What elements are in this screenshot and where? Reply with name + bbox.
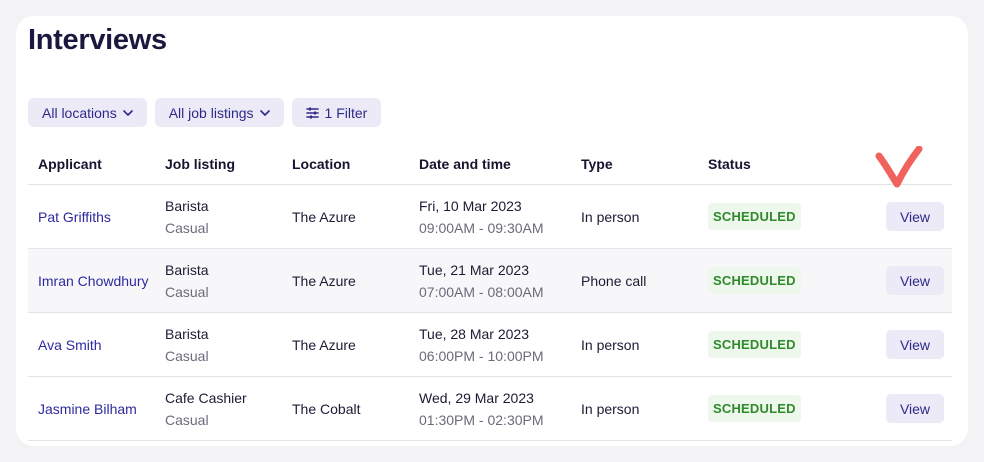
job-type: Casual xyxy=(165,283,209,300)
status-badge: SCHEDULED xyxy=(708,395,801,422)
locations-dropdown-label: All locations xyxy=(42,104,117,121)
interview-date: Tue, 28 Mar 2023 xyxy=(419,325,529,342)
view-button[interactable]: View xyxy=(886,394,944,423)
job-listings-dropdown[interactable]: All job listings xyxy=(154,98,284,127)
column-header-applicant: Applicant xyxy=(38,156,102,172)
filter-button-label: 1 Filter xyxy=(324,104,368,121)
column-header-location: Location xyxy=(292,156,351,172)
interview-time: 01:30PM - 02:30PM xyxy=(419,411,544,428)
table-row: Jasmine Bilham Cafe Cashier Casual The Co… xyxy=(28,377,952,441)
table-row: Pat Griffiths Barista Casual The Azure Fr… xyxy=(28,185,952,249)
job-title: Barista xyxy=(165,325,209,342)
applicant-link[interactable]: Pat Griffiths xyxy=(38,209,111,225)
chevron-down-icon xyxy=(122,109,133,116)
interview-type: Phone call xyxy=(581,272,647,289)
view-button[interactable]: View xyxy=(886,330,944,359)
checkmark-icon xyxy=(874,145,926,197)
job-title: Cafe Cashier xyxy=(165,389,247,406)
interview-time: 09:00AM - 09:30AM xyxy=(419,219,544,236)
job-type: Casual xyxy=(165,219,209,236)
column-header-type: Type xyxy=(581,156,613,172)
job-type: Casual xyxy=(165,347,209,364)
view-button[interactable]: View xyxy=(886,266,944,295)
job-title: Barista xyxy=(165,261,209,278)
filter-button[interactable]: 1 Filter xyxy=(291,98,382,127)
status-badge: SCHEDULED xyxy=(708,203,801,230)
locations-dropdown[interactable]: All locations xyxy=(28,98,147,127)
job-type: Casual xyxy=(165,411,209,428)
chevron-down-icon xyxy=(259,109,270,116)
status-badge: SCHEDULED xyxy=(708,331,801,358)
location-cell: The Azure xyxy=(292,336,356,353)
page-title: Interviews xyxy=(28,24,167,56)
interviews-table: Applicant Job listing Location Date and … xyxy=(28,144,952,441)
interview-type: In person xyxy=(581,336,640,353)
interview-time: 06:00PM - 10:00PM xyxy=(419,347,544,364)
interviews-card: Interviews All locations All job listing… xyxy=(16,16,968,446)
location-cell: The Azure xyxy=(292,272,356,289)
applicant-link[interactable]: Imran Chowdhury xyxy=(38,273,149,289)
sliders-icon xyxy=(305,107,319,119)
job-title: Barista xyxy=(165,197,209,214)
table-row: Ava Smith Barista Casual The Azure Tue, 2… xyxy=(28,313,952,377)
filter-bar: All locations All job listings 1 Filter xyxy=(28,98,382,127)
location-cell: The Azure xyxy=(292,208,356,225)
location-cell: The Cobalt xyxy=(292,400,361,417)
interview-date: Fri, 10 Mar 2023 xyxy=(419,197,522,214)
column-header-status: Status xyxy=(708,156,751,172)
view-button[interactable]: View xyxy=(886,202,944,231)
interview-date: Wed, 29 Mar 2023 xyxy=(419,389,534,406)
interview-time: 07:00AM - 08:00AM xyxy=(419,283,544,300)
applicant-link[interactable]: Jasmine Bilham xyxy=(38,401,137,417)
applicant-link[interactable]: Ava Smith xyxy=(38,337,102,353)
job-listings-dropdown-label: All job listings xyxy=(168,104,254,121)
interview-date: Tue, 21 Mar 2023 xyxy=(419,261,529,278)
interview-type: In person xyxy=(581,400,640,417)
column-header-date-time: Date and time xyxy=(419,156,511,172)
table-header: Applicant Job listing Location Date and … xyxy=(28,144,952,185)
column-header-job-listing: Job listing xyxy=(165,156,235,172)
status-badge: SCHEDULED xyxy=(708,267,801,294)
interview-type: In person xyxy=(581,208,640,225)
table-row: Imran Chowdhury Barista Casual The Azure … xyxy=(28,249,952,313)
